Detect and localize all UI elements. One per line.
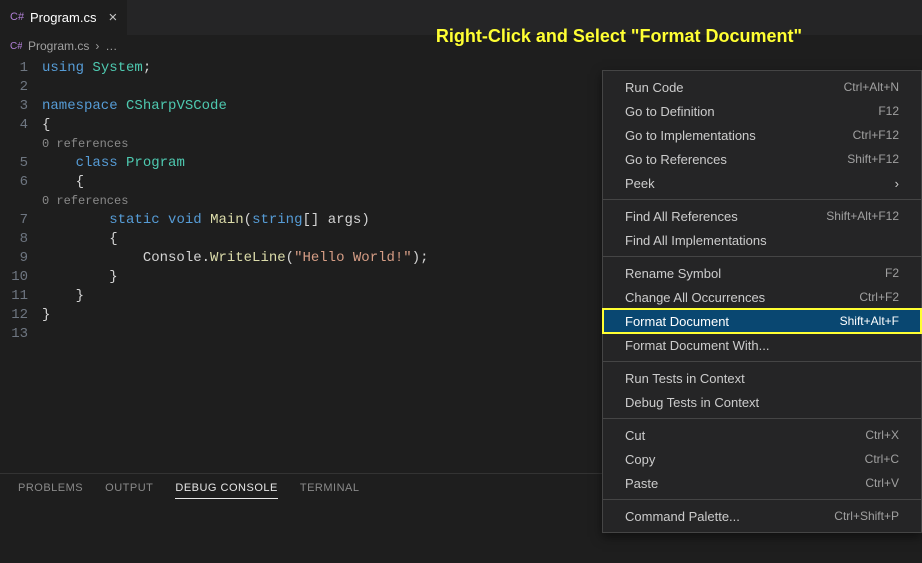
menu-item-paste[interactable]: Paste Ctrl+V — [603, 471, 921, 495]
svg-text:C#: C# — [10, 11, 24, 23]
menu-item-command-palette[interactable]: Command Palette... Ctrl+Shift+P — [603, 504, 921, 528]
menu-item-label: Format Document With... — [625, 338, 769, 353]
menu-item-go-to-implementations[interactable]: Go to Implementations Ctrl+F12 — [603, 123, 921, 147]
breadcrumb-more: … — [105, 39, 117, 53]
menu-item-go-to-references[interactable]: Go to References Shift+F12 — [603, 147, 921, 171]
menu-item-label: Go to Definition — [625, 104, 715, 119]
svg-text:C#: C# — [10, 41, 22, 51]
menu-item-debug-tests-in-context[interactable]: Debug Tests in Context — [603, 390, 921, 414]
menu-item-rename-symbol[interactable]: Rename Symbol F2 — [603, 261, 921, 285]
menu-item-label: Run Tests in Context — [625, 371, 745, 386]
menu-item-label: Command Palette... — [625, 509, 740, 524]
menu-item-label: Rename Symbol — [625, 266, 721, 281]
menu-item-label: Go to Implementations — [625, 128, 756, 143]
panel-tab-debug-console[interactable]: DEBUG CONSOLE — [175, 482, 277, 499]
menu-item-label: Format Document — [625, 314, 729, 329]
breadcrumb-file: Program.cs — [28, 39, 89, 53]
panel-tab-output[interactable]: OUTPUT — [105, 482, 153, 499]
editor-tab[interactable]: C# Program.cs × — [0, 0, 128, 35]
menu-item-change-all-occurrences[interactable]: Change All Occurrences Ctrl+F2 — [603, 285, 921, 309]
menu-item-cut[interactable]: Cut Ctrl+X — [603, 423, 921, 447]
csharp-file-icon: C# — [10, 39, 22, 54]
menu-item-run-tests-in-context[interactable]: Run Tests in Context — [603, 366, 921, 390]
menu-separator — [603, 199, 921, 200]
line-number-gutter: 1 2 3 4 5 6 7 8 9 10 11 12 13 — [0, 59, 42, 344]
menu-item-label: Find All References — [625, 209, 738, 224]
menu-item-label: Find All Implementations — [625, 233, 767, 248]
menu-item-shortcut: Ctrl+Alt+N — [844, 80, 899, 94]
menu-item-shortcut: Ctrl+C — [865, 452, 899, 466]
menu-item-peek[interactable]: Peek › — [603, 171, 921, 195]
menu-item-shortcut: F2 — [885, 266, 899, 280]
chevron-right-icon: › — [895, 176, 899, 191]
menu-item-shortcut: Shift+Alt+F — [840, 314, 899, 328]
menu-item-label: Copy — [625, 452, 655, 467]
menu-item-label: Paste — [625, 476, 658, 491]
menu-item-copy[interactable]: Copy Ctrl+C — [603, 447, 921, 471]
panel-tab-problems[interactable]: PROBLEMS — [18, 482, 83, 499]
menu-item-find-all-implementations[interactable]: Find All Implementations — [603, 228, 921, 252]
menu-item-label: Change All Occurrences — [625, 290, 765, 305]
menu-item-shortcut: Ctrl+Shift+P — [834, 509, 899, 523]
menu-item-label: Run Code — [625, 80, 684, 95]
close-icon[interactable]: × — [108, 9, 117, 26]
menu-separator — [603, 256, 921, 257]
menu-item-shortcut: Shift+F12 — [847, 152, 899, 166]
menu-item-go-to-definition[interactable]: Go to Definition F12 — [603, 99, 921, 123]
tab-filename: Program.cs — [30, 10, 96, 25]
menu-item-label: Cut — [625, 428, 645, 443]
menu-item-find-all-references[interactable]: Find All References Shift+Alt+F12 — [603, 204, 921, 228]
menu-item-shortcut: Ctrl+F2 — [859, 290, 899, 304]
menu-item-format-document[interactable]: Format Document Shift+Alt+F — [603, 309, 921, 333]
menu-item-shortcut: Ctrl+F12 — [853, 128, 899, 142]
menu-item-shortcut: Ctrl+X — [865, 428, 899, 442]
menu-item-run-code[interactable]: Run Code Ctrl+Alt+N — [603, 75, 921, 99]
menu-item-label: Peek — [625, 176, 655, 191]
menu-item-shortcut: F12 — [878, 104, 899, 118]
panel-tab-terminal[interactable]: TERMINAL — [300, 482, 360, 499]
menu-item-label: Debug Tests in Context — [625, 395, 759, 410]
csharp-file-icon: C# — [10, 9, 24, 26]
menu-item-label: Go to References — [625, 152, 727, 167]
chevron-right-icon: › — [95, 39, 99, 53]
menu-item-format-document-with[interactable]: Format Document With... — [603, 333, 921, 357]
menu-item-shortcut: Shift+Alt+F12 — [826, 209, 899, 223]
menu-item-shortcut: Ctrl+V — [865, 476, 899, 490]
menu-separator — [603, 418, 921, 419]
context-menu: Run CodeCtrl+Alt+NGo to DefinitionF12Go … — [602, 70, 922, 533]
menu-separator — [603, 361, 921, 362]
menu-separator — [603, 499, 921, 500]
instruction-annotation: Right-Click and Select "Format Document" — [436, 26, 802, 47]
